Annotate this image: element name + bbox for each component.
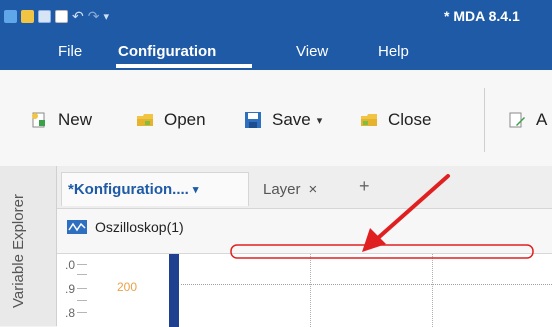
highlight-outline bbox=[230, 244, 534, 259]
annotation-arrow-shaft bbox=[376, 174, 450, 240]
annotation-overlay bbox=[230, 174, 534, 259]
